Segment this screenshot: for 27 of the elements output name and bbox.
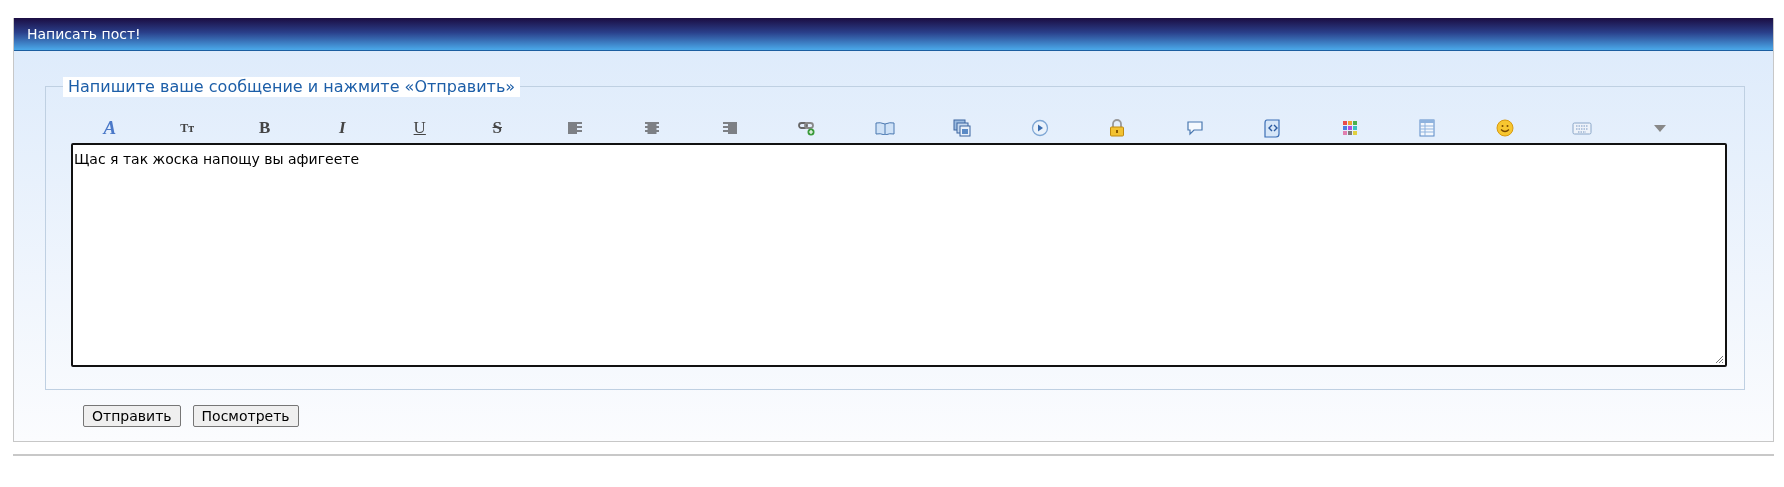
align-right-icon	[721, 121, 738, 135]
font-size-button[interactable]: Tт	[148, 115, 226, 141]
color-grid-icon	[1342, 121, 1357, 135]
images-icon	[953, 119, 972, 137]
underline-button[interactable]: U	[381, 115, 459, 141]
speech-bubble-icon	[1185, 120, 1204, 136]
code-scroll-icon	[1263, 118, 1282, 138]
message-field[interactable]: Щас я так жоска напощу вы афигеете	[71, 143, 1727, 367]
italic-button[interactable]: I	[303, 115, 381, 141]
align-left-icon	[566, 121, 583, 135]
smiley-icon	[1495, 119, 1514, 137]
keyboard-icon	[1572, 121, 1593, 135]
resize-grip-icon[interactable]	[1715, 355, 1724, 364]
form-legend: Напишите ваше сообщение и нажмите «Отправить»	[63, 77, 521, 97]
strikethrough-button[interactable]: S	[458, 115, 536, 141]
chain-link-icon	[798, 120, 817, 136]
play-icon	[1030, 119, 1049, 137]
preview-button[interactable]: Посмотреть	[192, 405, 299, 427]
bold-button[interactable]: B	[226, 115, 304, 141]
padlock-icon	[1109, 119, 1126, 137]
align-center-icon	[644, 121, 661, 135]
table-icon	[1419, 119, 1436, 137]
triangle-down-icon	[1652, 123, 1667, 133]
submit-button[interactable]: Отправить	[83, 405, 181, 427]
panel-title: Написать пост!	[27, 26, 141, 42]
book-icon	[874, 121, 895, 135]
font-button[interactable]: A	[71, 115, 149, 141]
